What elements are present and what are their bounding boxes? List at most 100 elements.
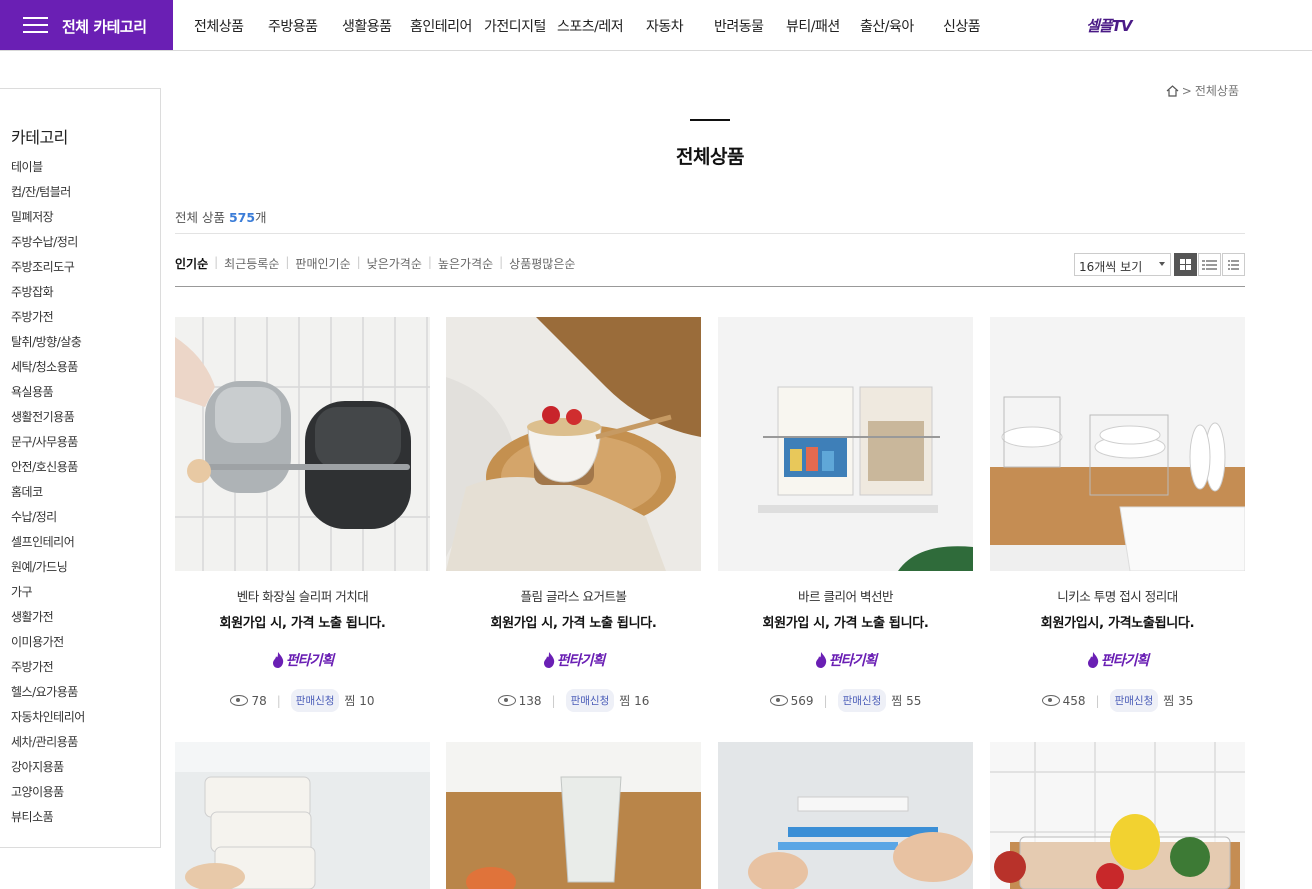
- product-image[interactable]: [446, 317, 701, 571]
- menu-item-kitchen[interactable]: 주방용품: [268, 16, 318, 36]
- product-stats: 78 | 판매신청 찜 10: [175, 689, 430, 712]
- view-count: 78: [251, 693, 267, 708]
- seller-badge: 펀타기획: [990, 650, 1245, 670]
- sidebar-item[interactable]: 이미용가전: [11, 633, 85, 658]
- menu-item-sports[interactable]: 스포츠/레저: [557, 16, 624, 36]
- list-detail-icon: [1202, 260, 1217, 270]
- sidebar-item[interactable]: 주방가전: [11, 308, 85, 333]
- sidebar-item[interactable]: 뷰티소품: [11, 808, 85, 833]
- all-categories-button[interactable]: 전체 카테고리: [0, 0, 173, 50]
- product-image[interactable]: [175, 317, 430, 571]
- product-card[interactable]: [718, 742, 973, 889]
- site-logo[interactable]: 셀플TV: [1086, 15, 1132, 36]
- menu-item-digital[interactable]: 가전디지털: [484, 16, 546, 36]
- product-name[interactable]: 플림 글라스 요거트볼: [446, 586, 701, 605]
- product-card[interactable]: [446, 742, 701, 889]
- breadcrumb: > 전체상품: [1166, 82, 1239, 99]
- breadcrumb-current[interactable]: 전체상품: [1195, 82, 1239, 99]
- sidebar-item[interactable]: 자동차인테리어: [11, 708, 85, 733]
- badge-text: 펀타기획: [556, 653, 606, 669]
- sidebar-item[interactable]: 강아지용품: [11, 758, 85, 783]
- sidebar-item[interactable]: 원예/가드닝: [11, 558, 85, 583]
- product-name[interactable]: 니키소 투명 접시 정리대: [990, 586, 1245, 605]
- sort-most-reviews[interactable]: 상품평많은순: [509, 255, 575, 272]
- like-count[interactable]: 찜 55: [891, 692, 921, 709]
- sidebar-item[interactable]: 생활가전: [11, 608, 85, 633]
- sell-request-button[interactable]: 판매신청: [837, 689, 887, 712]
- product-image[interactable]: [446, 742, 701, 889]
- sort-high-price[interactable]: 높은가격순: [438, 255, 493, 272]
- flame-icon: [272, 652, 283, 668]
- badge-text: 펀타기획: [1100, 653, 1150, 669]
- product-card[interactable]: 벤타 화장실 슬리퍼 거치대 회원가입 시, 가격 노출 됩니다. 펀타기획 7…: [175, 317, 430, 717]
- seller-badge: 펀타기획: [446, 650, 701, 670]
- menu-item-car[interactable]: 자동차: [646, 16, 684, 36]
- sidebar-item[interactable]: 고양이용품: [11, 783, 85, 808]
- product-stats: 458 | 판매신청 찜 35: [990, 689, 1245, 712]
- sidebar-list: 테이블 컵/잔/텀블러 밀폐저장 주방수납/정리 주방조리도구 주방잡화 주방가…: [11, 158, 85, 833]
- flame-icon: [1087, 652, 1098, 668]
- product-price-notice: 회원가입시, 가격노출됩니다.: [1040, 616, 1195, 631]
- sort-low-price[interactable]: 낮은가격순: [367, 255, 422, 272]
- sidebar-item[interactable]: 가구: [11, 583, 85, 608]
- product-image[interactable]: [990, 317, 1245, 571]
- menu-item-beauty[interactable]: 뷰티/패션: [786, 16, 840, 36]
- menu-item-new[interactable]: 신상품: [943, 16, 981, 36]
- chevron-down-icon: [1159, 262, 1165, 266]
- product-image[interactable]: [718, 317, 973, 571]
- home-icon[interactable]: [1166, 84, 1179, 97]
- like-count[interactable]: 찜 35: [1163, 692, 1193, 709]
- product-card[interactable]: [990, 742, 1245, 889]
- sidebar-item[interactable]: 안전/호신용품: [11, 458, 85, 483]
- page-title: 전체상품: [676, 146, 744, 168]
- list-view-button[interactable]: [1222, 253, 1245, 276]
- top-navigation: 전체 카테고리 전체상품 주방용품 생활용품 홈인테리어 가전디지털 스포츠/레…: [0, 0, 1312, 51]
- product-name[interactable]: 바르 클리어 벽선반: [718, 586, 973, 605]
- eye-icon: [497, 695, 516, 706]
- sell-request-button[interactable]: 판매신청: [290, 689, 340, 712]
- product-image[interactable]: [175, 742, 430, 889]
- product-card[interactable]: 플림 글라스 요거트볼 회원가입 시, 가격 노출 됩니다. 펀타기획 138 …: [446, 317, 701, 717]
- sell-request-button[interactable]: 판매신청: [1109, 689, 1159, 712]
- menu-item-living[interactable]: 생활용품: [342, 16, 392, 36]
- menu-item-home-interior[interactable]: 홈인테리어: [410, 16, 472, 36]
- product-price-notice: 회원가입 시, 가격 노출 됩니다.: [219, 616, 386, 631]
- gallery-view-button[interactable]: [1198, 253, 1221, 276]
- sidebar-item[interactable]: 헬스/요가용품: [11, 683, 85, 708]
- product-card[interactable]: 바르 클리어 벽선반 회원가입 시, 가격 노출 됩니다. 펀타기획 569 |…: [718, 317, 973, 717]
- sort-best-selling[interactable]: 판매인기순: [295, 255, 350, 272]
- sidebar-item[interactable]: 문구/사무용품: [11, 433, 85, 458]
- sidebar-item[interactable]: 탈취/방향/살충: [11, 333, 85, 358]
- sidebar-item[interactable]: 밀폐저장: [11, 208, 85, 233]
- product-image[interactable]: [718, 742, 973, 889]
- sidebar-item[interactable]: 생활전기용품: [11, 408, 85, 433]
- sell-request-button[interactable]: 판매신청: [565, 689, 615, 712]
- per-page-select[interactable]: 16개씩 보기: [1074, 253, 1171, 276]
- sidebar-item[interactable]: 수납/정리: [11, 508, 85, 533]
- product-card[interactable]: [175, 742, 430, 889]
- menu-item-all-products[interactable]: 전체상품: [194, 16, 244, 36]
- product-image[interactable]: [990, 742, 1245, 889]
- sidebar-item[interactable]: 주방가전: [11, 658, 85, 683]
- sidebar-item[interactable]: 주방조리도구: [11, 258, 85, 283]
- menu-item-pets[interactable]: 반려동물: [714, 16, 764, 36]
- sidebar-item[interactable]: 세탁/청소용품: [11, 358, 85, 383]
- sort-recent[interactable]: 최근등록순: [224, 255, 279, 272]
- sidebar-item[interactable]: 홈데코: [11, 483, 85, 508]
- sort-popular[interactable]: 인기순: [175, 255, 208, 272]
- sidebar-item[interactable]: 세차/관리용품: [11, 733, 85, 758]
- seller-badge: 펀타기획: [175, 650, 430, 670]
- sidebar-item[interactable]: 셀프인테리어: [11, 533, 85, 558]
- grid-view-button[interactable]: [1174, 253, 1197, 276]
- like-count[interactable]: 찜 16: [619, 692, 649, 709]
- product-card[interactable]: 니키소 투명 접시 정리대 회원가입시, 가격노출됩니다. 펀타기획 458 |…: [990, 317, 1245, 717]
- grid-icon: [1180, 259, 1191, 270]
- hamburger-icon: [23, 17, 48, 33]
- like-count[interactable]: 찜 10: [344, 692, 374, 709]
- product-name[interactable]: 벤타 화장실 슬리퍼 거치대: [175, 586, 430, 605]
- sidebar-item[interactable]: 욕실용품: [11, 383, 85, 408]
- menu-item-baby[interactable]: 출산/육아: [860, 16, 914, 36]
- sidebar-item[interactable]: 컵/잔/텀블러: [11, 183, 85, 208]
- sidebar-item[interactable]: 주방수납/정리: [11, 233, 85, 258]
- sidebar-item[interactable]: 주방잡화: [11, 283, 85, 308]
